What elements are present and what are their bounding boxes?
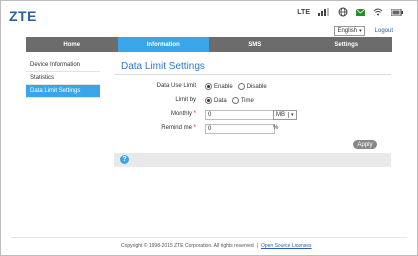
open-source-licenses-link[interactable]: Open Source Licenses (261, 243, 312, 249)
language-select[interactable]: English ▾ (334, 26, 365, 36)
chevron-down-icon: ▾ (288, 112, 294, 118)
limit-by-radios: Data Time (205, 97, 259, 104)
title-divider (114, 74, 391, 75)
radio-dot-icon (205, 83, 212, 90)
limit-by-label: Limit by (175, 97, 196, 103)
monthly-input[interactable]: 0 (205, 110, 275, 120)
zte-logo: ZTE (9, 8, 37, 24)
unit-select[interactable]: MB ▾ (273, 110, 297, 120)
sidebar-item-device-information[interactable]: Device Information (26, 59, 100, 72)
nav-settings[interactable]: Settings (301, 37, 393, 52)
status-icons-bar: LTE (297, 7, 403, 17)
radio-dot-icon (205, 97, 212, 104)
help-icon[interactable]: ? (120, 155, 129, 164)
signal-bars-icon (318, 8, 330, 16)
footer: Copyright © 1998-2015 ZTE Corporation. A… (121, 243, 312, 249)
footer-divider (11, 237, 407, 238)
apply-button[interactable]: Apply (353, 140, 377, 149)
battery-icon (391, 8, 403, 16)
radio-data-label: Data (214, 97, 227, 104)
radio-time-label: Time (240, 97, 254, 104)
radio-enable-label: Enable (214, 83, 233, 90)
sms-envelope-icon[interactable] (356, 8, 365, 16)
monthly-label: Monthly * (106, 111, 196, 117)
network-type-label: LTE (297, 8, 310, 16)
monthly-label-text: Monthly (170, 111, 192, 117)
copyright-text: Copyright © 1998-2015 ZTE Corporation. A… (121, 243, 254, 249)
percent-suffix: % (273, 125, 279, 131)
wifi-icon (373, 8, 383, 16)
unit-select-value: MB (276, 112, 285, 118)
data-use-limit-label: Data Use Limit (156, 83, 196, 89)
radio-disable[interactable]: Disable (237, 83, 267, 90)
radio-dot-icon (231, 97, 239, 104)
radio-disable-label: Disable (246, 83, 267, 90)
sidebar: Device Information Statistics Data Limit… (26, 59, 100, 98)
remind-input[interactable]: 0 (205, 124, 275, 134)
footer-separator: | (256, 243, 258, 249)
data-use-limit-radios: Enable Disable (205, 83, 272, 90)
radio-time[interactable]: Time (231, 97, 254, 104)
radio-data[interactable]: Data (205, 97, 227, 104)
globe-icon (338, 7, 348, 17)
nav-home[interactable]: Home (26, 37, 118, 52)
sidebar-item-data-limit-settings[interactable]: Data Limit Settings (26, 85, 100, 98)
router-admin-page: ZTE LTE English ▾ Logout Home Informatio… (0, 0, 418, 256)
nav-information[interactable]: Information (117, 37, 209, 52)
required-mark: * (193, 125, 196, 131)
help-bar: ? (114, 153, 391, 167)
radio-dot-icon (237, 83, 245, 90)
nav-sms[interactable]: SMS (209, 37, 301, 52)
remind-label-text: Remind me (161, 125, 192, 131)
remind-input-value: 0 (208, 126, 212, 132)
required-mark: * (193, 111, 196, 117)
sidebar-item-statistics[interactable]: Statistics (26, 72, 100, 85)
remind-label: Remind me * (106, 125, 196, 131)
monthly-input-value: 0 (208, 112, 212, 118)
radio-enable[interactable]: Enable (205, 83, 233, 90)
language-selected: English (337, 28, 358, 34)
chevron-down-icon: ▾ (359, 28, 362, 34)
logout-link[interactable]: Logout (375, 28, 393, 34)
page-title: Data Limit Settings (121, 61, 205, 72)
language-row: English ▾ Logout (334, 26, 393, 36)
main-nav: Home Information SMS Settings (26, 37, 392, 52)
